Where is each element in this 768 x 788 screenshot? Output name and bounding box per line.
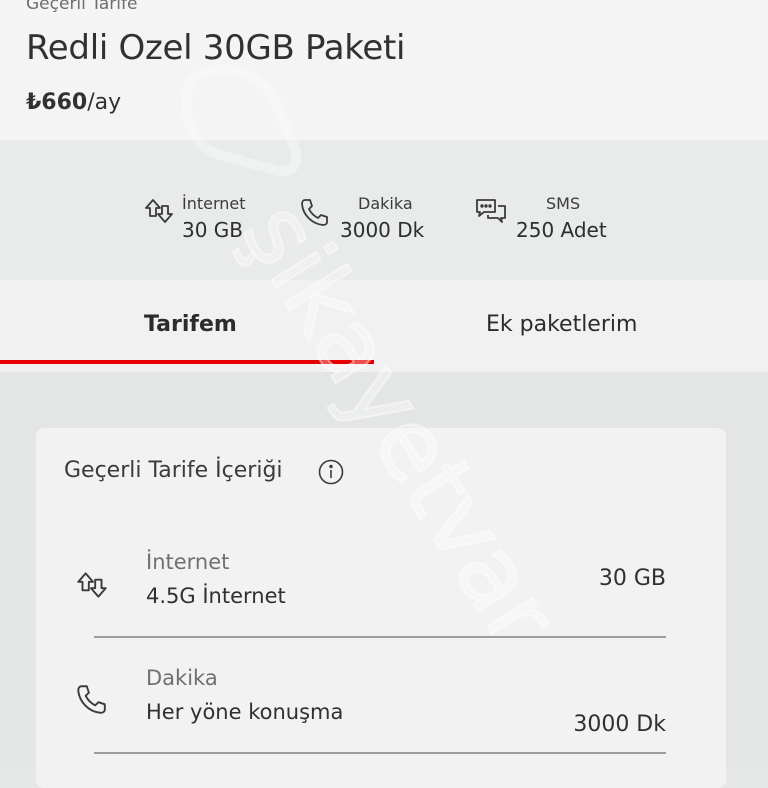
content-row-internet-title: İnternet: [146, 550, 230, 574]
content-row-minutes-title: Dakika: [146, 666, 218, 690]
data-arrows-icon: [77, 572, 107, 598]
info-icon[interactable]: [318, 459, 344, 485]
tab-bar: Tarifem Ek paketlerim: [0, 280, 768, 372]
summary-internet-value: 30 GB: [182, 218, 244, 242]
tab-tarifem[interactable]: Tarifem: [144, 312, 237, 337]
card-title: Geçerli Tarife İçeriği: [64, 458, 283, 483]
phone-icon: [77, 685, 106, 714]
summary-minutes-title: Dakika: [358, 194, 413, 213]
chat-bubbles-icon: [476, 199, 506, 223]
content-row-minutes-value: 3000 Dk: [573, 712, 666, 737]
price-amount: ₺660: [26, 90, 88, 115]
plan-name: Redli Ozel 30GB Paketi: [26, 28, 406, 68]
content-row-minutes-subtitle: Her yöne konuşma: [146, 700, 344, 724]
content-area: Geçerli Tarife İçeriği İnternet 4.5G İnt…: [0, 372, 768, 788]
current-plan-label: Geçerli Tarife: [26, 0, 138, 14]
tab-ek-paketlerim[interactable]: Ek paketlerim: [486, 312, 637, 337]
row-divider: [94, 752, 666, 754]
plan-content-card: Geçerli Tarife İçeriği İnternet 4.5G İnt…: [36, 428, 726, 788]
price-period: /ay: [87, 90, 122, 115]
content-row-internet-subtitle: 4.5G İnternet: [146, 584, 286, 608]
summary-minutes-value: 3000 Dk: [340, 218, 425, 242]
summary-internet-title: İnternet: [182, 194, 246, 213]
phone-icon: [301, 199, 328, 226]
data-arrows-icon: [145, 199, 173, 223]
plan-summary: İnternet 30 GB Dakika 3000 Dk SMS 250 Ad…: [0, 140, 768, 280]
active-tab-indicator: [0, 360, 374, 364]
row-divider: [94, 636, 666, 638]
plan-header: Geçerli Tarife Redli Ozel 30GB Paketi ₺6…: [0, 0, 768, 140]
content-row-internet-value: 30 GB: [598, 566, 666, 591]
summary-sms-value: 250 Adet: [516, 218, 607, 242]
plan-price: ₺660/ay: [26, 90, 121, 115]
summary-sms-title: SMS: [546, 194, 581, 213]
